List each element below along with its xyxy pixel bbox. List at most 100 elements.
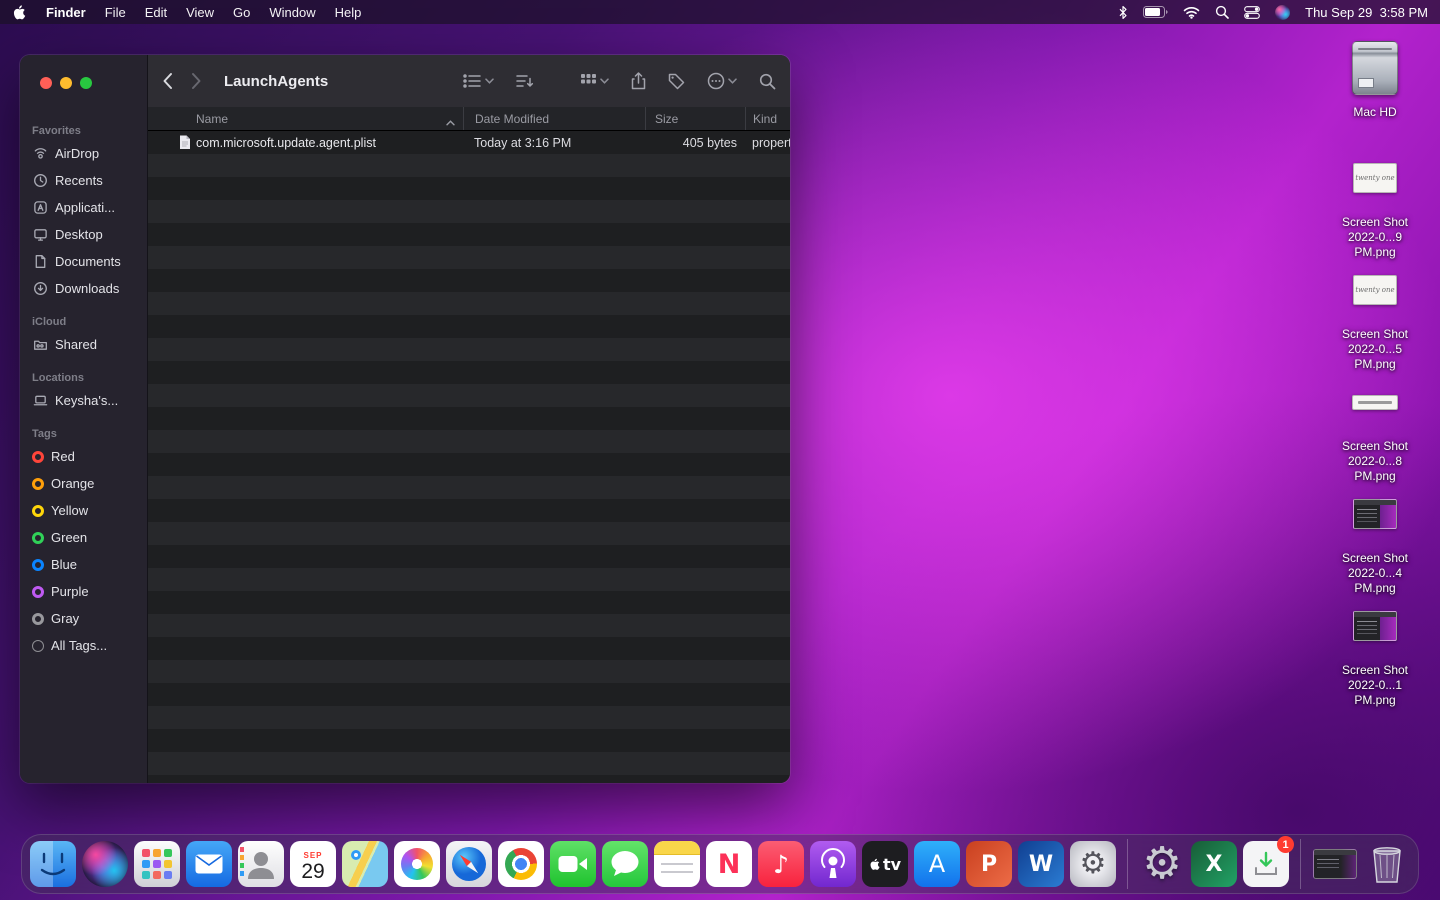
dock-trash[interactable] <box>1364 841 1410 887</box>
desktop-file-screenshot-3[interactable]: Screen Shot 2022-0...8 PM.png <box>1330 370 1420 484</box>
menu-go[interactable]: Go <box>233 5 250 20</box>
notification-badge: 1 <box>1277 836 1294 853</box>
sidebar-tag-red[interactable]: Red <box>20 443 147 470</box>
dock-messages[interactable] <box>602 841 648 887</box>
action-menu-button[interactable] <box>707 72 737 90</box>
tag-color-dot <box>32 585 44 598</box>
dock-finder[interactable] <box>30 841 76 887</box>
dock-apple-tv[interactable]: tv <box>862 841 908 887</box>
wifi-icon[interactable] <box>1183 6 1200 19</box>
file-size: 405 bytes <box>682 135 737 150</box>
sidebar-tag-green[interactable]: Green <box>20 524 147 551</box>
thumbnail-text: twenty one <box>1355 286 1395 294</box>
sidebar-tag-gray[interactable]: Gray <box>20 605 147 632</box>
dock-news[interactable]: N <box>706 841 752 887</box>
menu-view[interactable]: View <box>186 5 214 20</box>
desktop-file-screenshot-5[interactable]: Screen Shot 2022-0...1 PM.png <box>1330 594 1420 708</box>
tags-button[interactable] <box>668 73 685 90</box>
search-button[interactable] <box>759 73 776 90</box>
sidebar-item-shared[interactable]: Shared <box>20 331 147 358</box>
thumbnail-text: twenty one <box>1355 174 1395 182</box>
active-app-name[interactable]: Finder <box>46 5 86 20</box>
laptop-icon <box>32 393 48 408</box>
desktop-file-screenshot-4[interactable]: Screen Shot 2022-0...4 PM.png <box>1330 482 1420 596</box>
sidebar-tag-orange[interactable]: Orange <box>20 470 147 497</box>
photos-flower-icon <box>401 848 433 880</box>
zoom-button[interactable] <box>80 77 92 89</box>
column-header-name[interactable]: Name <box>148 107 463 130</box>
back-button[interactable] <box>162 72 173 90</box>
column-header-date-modified[interactable]: Date Modified <box>463 107 645 130</box>
menu-file[interactable]: File <box>105 5 126 20</box>
dock-word[interactable]: W <box>1018 841 1064 887</box>
close-button[interactable] <box>40 77 52 89</box>
file-label: Screen Shot 2022-0...8 PM.png <box>1341 439 1409 483</box>
clock-icon <box>32 173 48 188</box>
dock-app-store[interactable]: A <box>914 841 960 887</box>
sidebar-item-keyshas-mac[interactable]: Keysha's... <box>20 387 147 414</box>
control-center-icon[interactable] <box>1244 5 1260 19</box>
dock-chrome[interactable] <box>498 841 544 887</box>
dock-installer-app[interactable]: 1 <box>1243 836 1294 887</box>
spotlight-search-icon[interactable] <box>1215 5 1229 19</box>
dock-mail[interactable] <box>186 841 232 887</box>
dock-safari[interactable] <box>446 841 492 887</box>
sidebar-tag-yellow[interactable]: Yellow <box>20 497 147 524</box>
sidebar-item-downloads[interactable]: Downloads <box>20 275 147 302</box>
screenshot-thumbnail: twenty one <box>1353 275 1397 305</box>
dock-contacts[interactable] <box>238 841 284 887</box>
desktop-file-screenshot-2[interactable]: twenty one Screen Shot 2022-0...5 PM.png <box>1330 258 1420 372</box>
dock-podcasts[interactable] <box>810 841 856 887</box>
column-headers: Name Date Modified Size Kind <box>148 107 790 131</box>
view-options-button[interactable] <box>463 73 494 89</box>
sidebar-tag-purple[interactable]: Purple <box>20 578 147 605</box>
desktop-file-screenshot-1[interactable]: twenty one Screen Shot 2022-0...9 PM.png <box>1330 146 1420 260</box>
bluetooth-icon[interactable] <box>1118 5 1128 20</box>
desktop-volume-mac-hd[interactable]: Mac HD <box>1330 36 1420 120</box>
tag-label: Red <box>51 449 75 464</box>
minimize-button[interactable] <box>60 77 72 89</box>
sidebar-item-label: AirDrop <box>55 146 100 161</box>
dock-siri[interactable] <box>82 841 128 887</box>
sidebar-section-locations: Locations <box>32 372 84 384</box>
sort-order-button[interactable] <box>516 73 534 89</box>
sidebar-item-desktop[interactable]: Desktop <box>20 221 147 248</box>
dock-notes[interactable] <box>654 841 700 887</box>
dock-maps[interactable] <box>342 841 388 887</box>
menu-bar-clock[interactable]: Thu Sep 29 3:58 PM <box>1305 5 1428 20</box>
sidebar-item-label: Keysha's... <box>55 393 119 408</box>
dock-minimized-window[interactable] <box>1312 841 1358 887</box>
siri-icon[interactable] <box>1275 4 1291 20</box>
sidebar-item-documents[interactable]: Documents <box>20 248 147 275</box>
dock-utility-gear-app[interactable]: ⚙ <box>1139 841 1185 887</box>
dock-launchpad[interactable] <box>134 841 180 887</box>
sidebar-item-recents[interactable]: Recents <box>20 167 147 194</box>
sidebar-item-applications[interactable]: Applicati... <box>20 194 147 221</box>
forward-button[interactable] <box>191 72 202 90</box>
dock-calendar[interactable]: SEP 29 <box>290 841 336 887</box>
menu-help[interactable]: Help <box>335 5 362 20</box>
share-button[interactable] <box>631 72 646 90</box>
finder-sidebar: Favorites AirDrop Recents Applicati... D… <box>20 55 148 783</box>
dock-excel[interactable]: X <box>1191 841 1237 887</box>
dock-divider <box>1300 839 1301 889</box>
group-by-button[interactable] <box>580 73 609 90</box>
sidebar-item-all-tags[interactable]: All Tags... <box>20 632 147 659</box>
dock-music[interactable]: ♪ <box>758 841 804 887</box>
sidebar-tag-blue[interactable]: Blue <box>20 551 147 578</box>
dock-photos[interactable] <box>394 841 440 887</box>
dock-system-preferences[interactable]: ⚙ <box>1070 841 1116 887</box>
calendar-day: 29 <box>301 859 325 883</box>
sidebar-item-airdrop[interactable]: AirDrop <box>20 140 147 167</box>
menu-window[interactable]: Window <box>269 5 315 20</box>
sidebar-item-label: Downloads <box>55 281 120 296</box>
menu-edit[interactable]: Edit <box>145 5 167 20</box>
file-row[interactable]: com.microsoft.update.agent.plist Today a… <box>148 131 790 154</box>
dock-powerpoint[interactable]: P <box>966 841 1012 887</box>
battery-icon[interactable] <box>1143 6 1168 18</box>
apple-menu-icon[interactable] <box>12 4 27 20</box>
dock-facetime[interactable] <box>550 841 596 887</box>
finder-window: Favorites AirDrop Recents Applicati... D… <box>20 55 790 783</box>
column-header-kind[interactable]: Kind <box>745 107 790 130</box>
column-header-size[interactable]: Size <box>645 107 745 130</box>
